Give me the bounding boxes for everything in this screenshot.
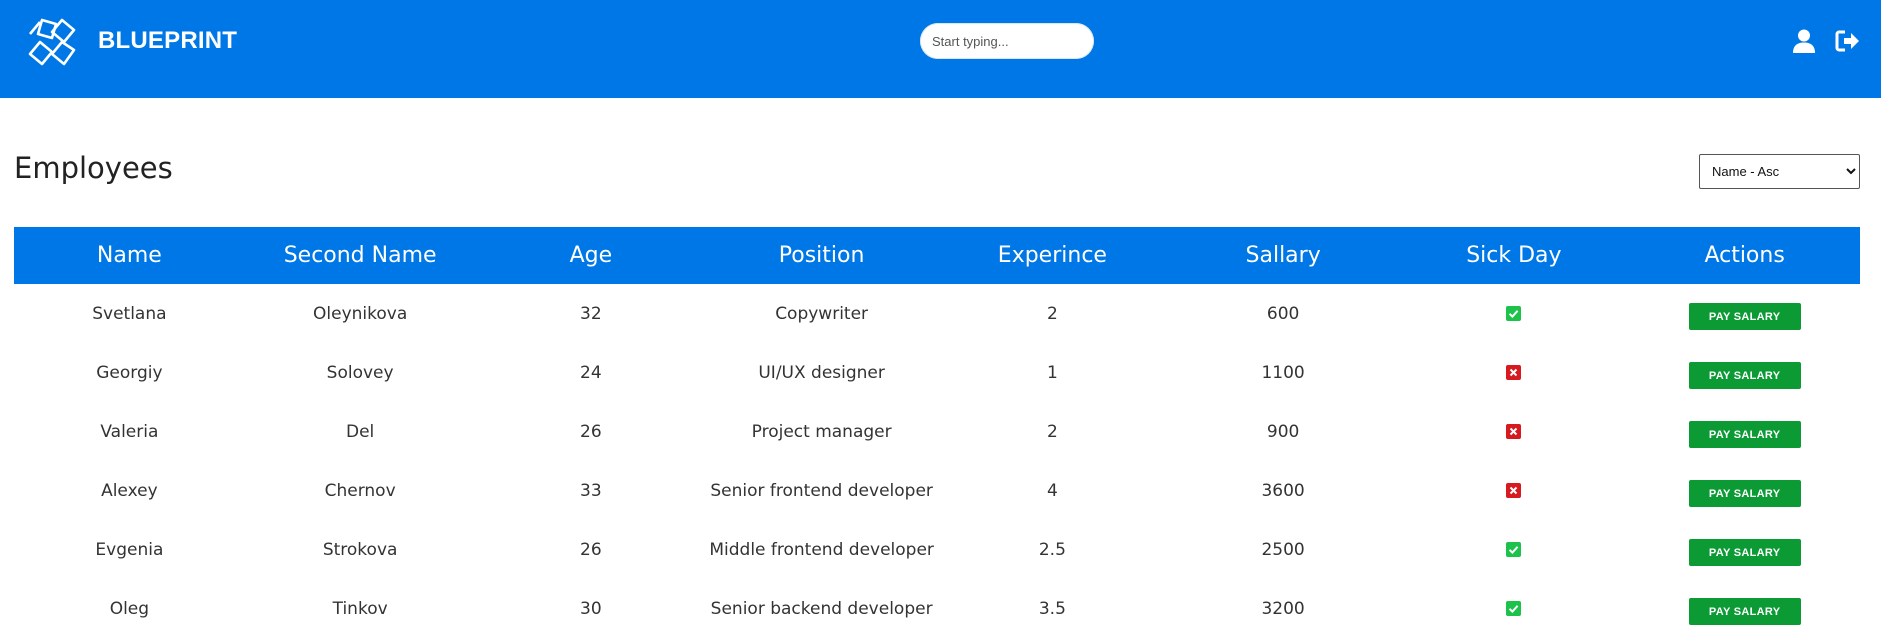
cell-experience: 2 xyxy=(1046,303,1058,324)
user-icon[interactable] xyxy=(1790,27,1818,55)
cell-actions: PAY SALARY xyxy=(1629,461,1860,520)
table-body: Svetlana Oleynikova 32 Copywriter 2 600 PAY SA… xyxy=(14,284,1860,637)
pay-salary-button[interactable]: PAY SALARY xyxy=(1688,539,1801,566)
cell-actions: PAY SALARY xyxy=(1629,579,1860,637)
column-header: Position xyxy=(778,243,865,268)
cell-salary: 3200 xyxy=(1261,598,1305,619)
table-row: Valeria Del 26 Project manager 2 900 PAY SALAR… xyxy=(14,402,1860,461)
cell-salary: 1100 xyxy=(1261,362,1305,383)
cell-actions: PAY SALARY xyxy=(1629,520,1860,579)
app-root: BLUEPRINT Employees Name - Asc Name Seco… xyxy=(0,0,1881,637)
cell-experience: 2.5 xyxy=(1038,539,1066,560)
pay-salary-button[interactable]: PAY SALARY xyxy=(1688,362,1801,389)
logout-icon[interactable] xyxy=(1834,27,1862,55)
cell-sick-day xyxy=(1399,579,1630,637)
pay-salary-button[interactable]: PAY SALARY xyxy=(1688,421,1801,448)
table-row: Alexey Chernov 33 Senior frontend developer… xyxy=(14,461,1860,520)
cell-name: Georgiy xyxy=(96,362,163,383)
pay-salary-button[interactable]: PAY SALARY xyxy=(1688,480,1801,507)
cell-age: 30 xyxy=(580,598,602,619)
cross-icon xyxy=(1506,424,1522,439)
cell-experience: 4 xyxy=(1046,480,1058,501)
column-header: Name xyxy=(96,243,162,268)
cell-name: Evgenia xyxy=(95,539,164,560)
cell-name: Alexey xyxy=(101,480,158,501)
column-header: Experince xyxy=(997,243,1107,268)
cell-age: 26 xyxy=(580,421,602,442)
search-input[interactable] xyxy=(920,23,1094,59)
check-icon xyxy=(1506,306,1522,321)
cell-position: Copywriter xyxy=(775,303,869,324)
cell-sick-day xyxy=(1399,343,1630,402)
table-row: Georgiy Solovey 24 UI/UX designer 1 1100 PAY S… xyxy=(14,343,1860,402)
table-row: Evgenia Strokova 26 Middle frontend develop… xyxy=(14,520,1860,579)
cell-age: 32 xyxy=(580,303,602,324)
cell-experience: 1 xyxy=(1046,362,1058,383)
employees-table: Name Second Name Age Position Experince … xyxy=(14,227,1860,637)
cell-position: Project manager xyxy=(751,421,892,442)
table-row: Svetlana Oleynikova 32 Copywriter 2 600 PAY SA… xyxy=(14,284,1860,343)
page-title: Employees xyxy=(14,151,173,185)
logo-icon[interactable] xyxy=(26,16,78,68)
column-header: Sallary xyxy=(1245,243,1321,268)
cell-actions: PAY SALARY xyxy=(1629,343,1860,402)
cell-actions: PAY SALARY xyxy=(1629,402,1860,461)
cell-sick-day xyxy=(1399,284,1630,343)
cell-position: UI/UX designer xyxy=(758,362,885,383)
cell-position: Senior backend developer xyxy=(710,598,933,619)
cell-actions: PAY SALARY xyxy=(1629,284,1860,343)
cell-second-name: Chernov xyxy=(324,480,396,501)
cross-icon xyxy=(1506,483,1522,498)
pay-salary-button[interactable]: PAY SALARY xyxy=(1688,303,1801,330)
cell-name: Svetlana xyxy=(92,303,167,324)
cell-salary: 2500 xyxy=(1261,539,1305,560)
table-header-row: Name Second Name Age Position Experince … xyxy=(14,227,1860,284)
check-icon xyxy=(1506,542,1522,557)
cell-second-name: Del xyxy=(345,421,375,442)
cell-age: 33 xyxy=(580,480,602,501)
cell-second-name: Strokova xyxy=(322,539,398,560)
cell-experience: 2 xyxy=(1046,421,1058,442)
cell-name: Oleg xyxy=(109,598,150,619)
column-header: Second Name xyxy=(283,243,437,268)
cell-salary: 3600 xyxy=(1261,480,1305,501)
top-header: BLUEPRINT xyxy=(0,0,1881,98)
column-header: Actions xyxy=(1704,243,1785,268)
pay-salary-button[interactable]: PAY SALARY xyxy=(1688,598,1801,625)
check-icon xyxy=(1506,601,1522,616)
cell-position: Middle frontend developer xyxy=(709,539,934,560)
brand-name[interactable]: BLUEPRINT xyxy=(98,27,237,55)
cell-name: Valeria xyxy=(100,421,159,442)
cell-sick-day xyxy=(1399,402,1630,461)
cell-second-name: Solovey xyxy=(326,362,394,383)
cell-second-name: Oleynikova xyxy=(313,303,408,324)
cell-sick-day xyxy=(1399,520,1630,579)
cell-second-name: Tinkov xyxy=(332,598,388,619)
cell-age: 24 xyxy=(580,362,602,383)
cell-position: Senior frontend developer xyxy=(710,480,933,501)
column-header: Sick Day xyxy=(1466,243,1562,268)
cell-salary: 600 xyxy=(1266,303,1300,324)
table-row: Oleg Tinkov 30 Senior backend developer 3.5 3… xyxy=(14,579,1860,637)
cross-icon xyxy=(1506,365,1522,380)
column-header: Age xyxy=(569,243,613,268)
cell-age: 26 xyxy=(580,539,602,560)
cell-sick-day xyxy=(1399,461,1630,520)
cell-salary: 900 xyxy=(1266,421,1300,442)
cell-experience: 3.5 xyxy=(1038,598,1066,619)
sort-select[interactable]: Name - Asc xyxy=(1699,154,1860,189)
